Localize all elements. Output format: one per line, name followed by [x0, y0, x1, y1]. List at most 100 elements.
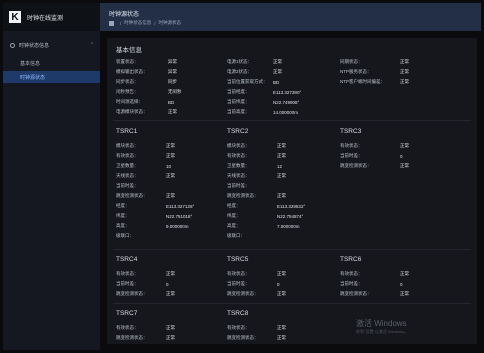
field-value: N22.751018°	[166, 213, 193, 219]
breadcrumb-item: 时钟源状态	[158, 20, 182, 25]
field-value: 0	[400, 281, 403, 287]
field-label: 纬度：	[227, 213, 241, 218]
field-value: 正常	[273, 69, 282, 74]
info-row: 卫星数量： 12	[227, 162, 282, 170]
info-row: 跳变检测状态： 正常	[116, 334, 175, 342]
field-label: 当前时差：	[340, 153, 363, 158]
sidebar-group-clock-status[interactable]: 时钟状态信息 ⌃	[3, 39, 100, 51]
field-label: 跳变检测状态：	[340, 163, 372, 168]
field-value: E113.327128°	[166, 203, 195, 209]
field-label: 时间源选择：	[116, 99, 143, 104]
info-row: 纬度： N22.754874°	[227, 212, 303, 220]
field-label: 装置状态：	[116, 59, 139, 64]
app-logo-icon: K	[9, 11, 21, 23]
breadcrumb-item[interactable]: 时钟状态信息	[124, 20, 151, 26]
info-row: 有效状态： 正常	[227, 152, 286, 160]
logo-bar: K 时钟在线监测	[3, 3, 100, 31]
field-value: 0	[400, 153, 403, 159]
info-row: 当前高度： 14.000000m	[227, 108, 298, 116]
field-label: 跳变检测状态：	[116, 335, 148, 340]
info-row: 模块状态： 正常	[227, 142, 286, 150]
info-row: 当前时差：	[227, 182, 250, 190]
field-label: 当前高度：	[227, 109, 250, 114]
field-label: 卫星数量：	[227, 163, 250, 168]
sidebar-item-basic-info[interactable]: 基本信息	[3, 57, 100, 69]
sidebar-group-label: 时钟状态信息	[19, 42, 50, 49]
info-row: NTP服务状态： 正常	[340, 68, 409, 76]
info-row: 电源2状态： 正常	[227, 68, 282, 76]
field-value: 正常	[277, 173, 286, 178]
field-label: 当前时差：	[227, 281, 250, 286]
info-row: 级联口：	[227, 232, 245, 240]
field-label: 高度：	[227, 223, 241, 228]
section-divider	[113, 120, 471, 121]
field-value: 正常	[166, 291, 175, 296]
info-row: 有效状态： 正常	[227, 324, 286, 332]
field-value: 正常	[400, 291, 409, 296]
field-value: 正常	[277, 153, 286, 158]
field-value: 0	[166, 281, 169, 287]
info-row: 模块状态： 正常	[116, 142, 175, 150]
field-value: 正常	[273, 59, 282, 64]
info-row: 同期状态： 正常	[340, 58, 409, 66]
field-label: 卫星数量：	[116, 163, 139, 168]
info-row: 跳变检测状态： 正常	[116, 290, 175, 298]
info-row: 当前时差：	[116, 182, 139, 190]
home-icon[interactable]	[109, 20, 114, 26]
info-row: 同步状态： 同步	[116, 78, 177, 86]
field-label: 模拟输出状态：	[116, 69, 148, 74]
field-value: 正常	[277, 143, 286, 148]
info-row: 有效状态： 正常	[116, 270, 175, 278]
sidebar-item-clock-source[interactable]: 时钟源状态	[3, 71, 100, 83]
info-row: 当前纬度： N22.749908°	[227, 98, 299, 106]
field-label: 模块状态：	[116, 143, 139, 148]
field-value: E113.327390°	[273, 89, 302, 95]
field-label: 跳变检测状态：	[227, 335, 259, 340]
field-value: 正常	[166, 193, 175, 198]
field-value: 正常	[166, 173, 175, 178]
info-row: 当前位置获取方式： BD	[227, 78, 279, 86]
field-label: 有效状态：	[227, 271, 250, 276]
info-row: 当前经度： E113.327390°	[227, 88, 301, 96]
field-value: 正常	[400, 59, 409, 64]
field-value: 正常	[400, 143, 409, 148]
field-value: 0	[277, 281, 280, 287]
field-label: 纬度：	[116, 213, 130, 218]
info-row: 纬度： N22.751018°	[116, 212, 192, 220]
field-label: 有效状态：	[227, 325, 250, 330]
field-label: 有效状态：	[227, 153, 250, 158]
field-label: 经度：	[116, 203, 130, 208]
info-row: 跳变检测状态： 正常	[116, 192, 175, 200]
field-label: 闰秒预告：	[116, 89, 139, 94]
field-label: 当前时差：	[227, 183, 250, 188]
section-title-tsrc1: TSRC1	[116, 128, 138, 135]
info-row: 跳变检测状态： 正常	[227, 290, 286, 298]
info-row: 级联口：	[116, 232, 134, 240]
field-value: 正常	[168, 109, 177, 114]
field-value: 正常	[277, 271, 286, 276]
field-value: 正常	[277, 335, 286, 340]
info-row: 跳变检测状态： 正常	[227, 192, 286, 200]
info-row: 当前时差： 0	[340, 280, 403, 288]
section-title-tsrc4: TSRC4	[116, 256, 138, 263]
section-title-tsrc5: TSRC5	[227, 256, 249, 263]
field-label: NTP服务状态：	[340, 69, 372, 74]
field-label: 跳变检测状态：	[116, 193, 148, 198]
field-label: 经度：	[227, 203, 241, 208]
info-row: 跳变检测状态： 正常	[340, 162, 409, 170]
info-row: 跳变检测状态： 正常	[340, 290, 409, 298]
field-value: 正常	[166, 271, 175, 276]
field-label: 高度：	[116, 223, 130, 228]
field-value: 正常	[277, 325, 286, 330]
sidebar: K 时钟在线监测 时钟状态信息 ⌃ 基本信息 时钟源状态	[3, 3, 100, 350]
info-row: 电源模块状态： 正常	[116, 108, 177, 116]
clock-icon	[10, 42, 15, 48]
field-value: N22.749908°	[273, 99, 300, 105]
field-label: 有效状态：	[116, 271, 139, 276]
field-value: 12	[277, 163, 283, 169]
breadcrumb-separator: /	[120, 20, 122, 26]
field-label: 当前纬度：	[227, 99, 250, 104]
field-label: 有效状态：	[340, 143, 363, 148]
field-label: 有效状态：	[116, 325, 139, 330]
watermark-subtitle: 转到"设置"以激活 Windows。	[356, 329, 409, 334]
